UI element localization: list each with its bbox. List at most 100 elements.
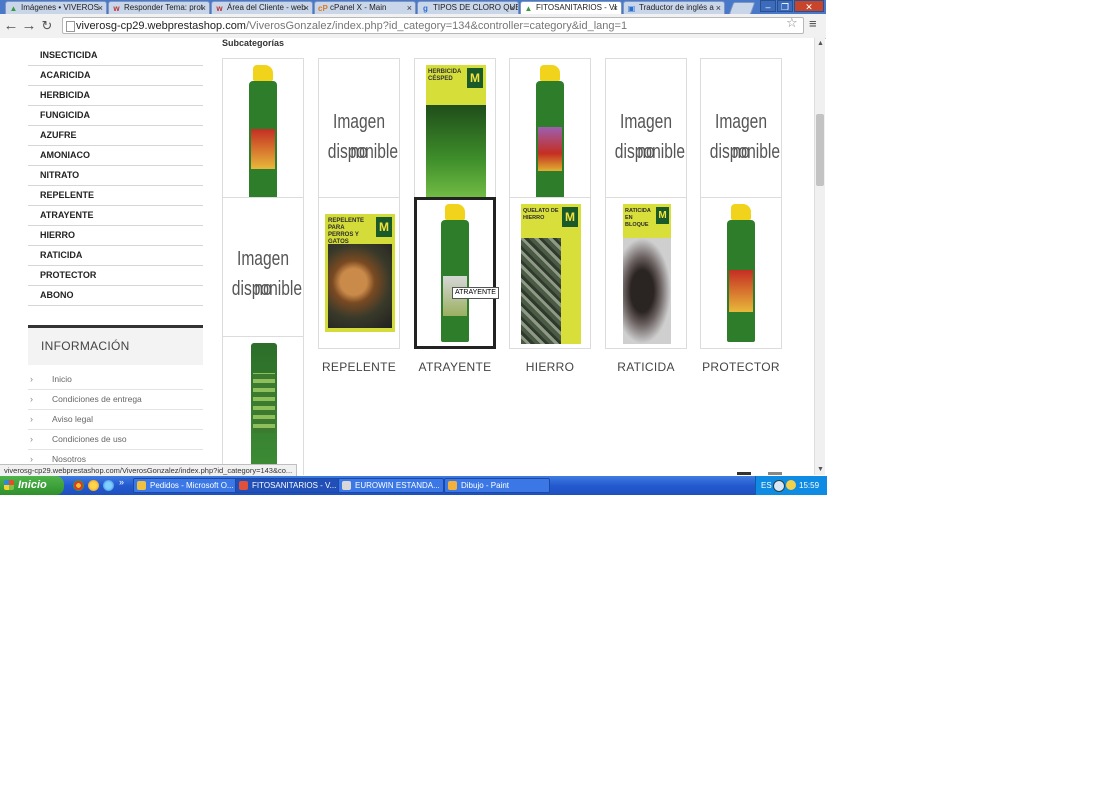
- browser-tab[interactable]: ▲ FITOSANITARIOS - VI ×: [520, 1, 622, 14]
- close-icon[interactable]: ×: [407, 2, 412, 14]
- sidebar-item-insecticida[interactable]: INSECTICIDA: [28, 46, 203, 66]
- browser-tab[interactable]: w Responder Tema: prot ×: [108, 1, 210, 14]
- subcategory-card-herbicida[interactable]: HERBICIDA CÉSPED M: [414, 58, 496, 210]
- vertical-scrollbar[interactable]: ▲ ▼: [814, 38, 825, 475]
- info-link-label: Inicio: [52, 374, 72, 384]
- subcategory-label-raticida[interactable]: RATICIDA: [596, 360, 696, 374]
- messenger-tray-icon[interactable]: [786, 480, 796, 490]
- subcategory-card-abono[interactable]: [222, 336, 304, 475]
- browser-toolbar: ← → ↻ viverosg-cp29.webprestashop.com/Vi…: [0, 14, 826, 39]
- browser-tab[interactable]: w Área del Cliente - web ×: [211, 1, 313, 14]
- subcategory-label-atrayente[interactable]: ATRAYENTE: [405, 360, 505, 374]
- sidebar-item-hierro[interactable]: HIERRO: [28, 226, 203, 246]
- minimize-button[interactable]: –: [760, 0, 776, 12]
- page-icon: [66, 21, 75, 32]
- subcategory-card-protector[interactable]: [700, 197, 782, 349]
- chrome-icon[interactable]: [73, 480, 84, 491]
- subcategory-card-azufre[interactable]: Imagen no disponible: [605, 58, 687, 210]
- close-icon[interactable]: ×: [304, 2, 309, 14]
- messenger-icon[interactable]: [88, 480, 99, 491]
- info-link[interactable]: › Condiciones de uso: [28, 430, 203, 450]
- subcategory-card-raticida[interactable]: RATICIDA EN BLOQUE M: [605, 197, 687, 349]
- masso-logo: M: [376, 217, 392, 237]
- subcategory-card-atrayente[interactable]: [414, 197, 496, 349]
- herbicida-box-image: HERBICIDA CÉSPED M: [426, 65, 486, 205]
- scroll-up-arrow-icon[interactable]: ▲: [817, 40, 824, 47]
- taskbar-window-label: Dibujo - Paint: [461, 481, 510, 490]
- taskbar-window-button[interactable]: FITOSANITARIOS - V...: [235, 478, 341, 493]
- info-title: INFORMACIÓN: [41, 339, 130, 353]
- info-link[interactable]: › Aviso legal: [28, 410, 203, 430]
- clock: 15:59: [799, 481, 820, 490]
- bookmark-star-icon[interactable]: ☆: [786, 15, 798, 31]
- repelente-box-image: REPELENTE PARA PERROS Y GATOS M: [325, 214, 395, 332]
- restore-button[interactable]: ❐: [777, 0, 793, 12]
- start-button[interactable]: Inicio: [0, 476, 64, 495]
- taskbar-window-button[interactable]: Pedidos - Microsoft O...: [133, 478, 239, 493]
- sidebar-item-protector[interactable]: PROTECTOR: [28, 266, 203, 286]
- close-icon[interactable]: ×: [510, 2, 515, 14]
- close-icon[interactable]: ×: [201, 2, 206, 14]
- subcategory-card-acaricida[interactable]: Imagen no disponible: [318, 58, 400, 210]
- close-icon[interactable]: ×: [613, 2, 618, 14]
- subcategory-label-repelente[interactable]: REPELENTE: [309, 360, 409, 374]
- subcategory-card-insecticida[interactable]: [222, 58, 304, 210]
- subcategory-label-protector[interactable]: PROTECTOR: [691, 360, 791, 374]
- info-link-label: Condiciones de entrega: [52, 394, 142, 404]
- quick-launch-expand-icon[interactable]: »: [119, 477, 124, 487]
- close-icon[interactable]: ×: [98, 2, 103, 14]
- sidebar-item-amoniaco[interactable]: AMONIACO: [28, 146, 203, 166]
- app-icon: [448, 481, 457, 490]
- subcategory-card-repelente[interactable]: REPELENTE PARA PERROS Y GATOS M: [318, 197, 400, 349]
- taskbar-window-button[interactable]: Dibujo - Paint: [444, 478, 550, 493]
- forward-arrow-icon[interactable]: →: [20, 17, 38, 35]
- internet-explorer-icon[interactable]: [103, 480, 114, 491]
- subcategory-card-nitrato[interactable]: Imagen no disponible: [222, 197, 304, 349]
- subcategory-card-fungicida[interactable]: [509, 58, 591, 210]
- tab-title: FITOSANITARIOS - VI: [536, 3, 617, 12]
- start-label: Inicio: [18, 479, 47, 491]
- back-arrow-icon[interactable]: ←: [2, 17, 20, 35]
- windows-taskbar: Inicio » Pedidos - Microsoft O... FITOSAN…: [0, 476, 827, 495]
- spray-bottle-image: [725, 204, 759, 344]
- address-bar[interactable]: viverosg-cp29.webprestashop.com/ViverosG…: [62, 17, 804, 34]
- list-view-icon[interactable]: [768, 472, 782, 475]
- tab-title: Responder Tema: prot: [124, 3, 204, 12]
- sidebar-item-nitrato[interactable]: NITRATO: [28, 166, 203, 186]
- menu-icon[interactable]: ≡: [809, 16, 817, 31]
- sidebar-item-herbicida[interactable]: HERBICIDA: [28, 86, 203, 106]
- rat-photo: [623, 238, 671, 344]
- leaf-icon: ▲: [9, 4, 18, 13]
- herbicida-box-text: HERBICIDA CÉSPED: [428, 69, 462, 82]
- sidebar-item-atrayente[interactable]: ATRAYENTE: [28, 206, 203, 226]
- sidebar-item-raticida[interactable]: RATICIDA: [28, 246, 203, 266]
- sidebar-item-acaricida[interactable]: ACARICIDA: [28, 66, 203, 86]
- leaf-icon: ▲: [524, 4, 533, 13]
- browser-tab[interactable]: ▲ Imágenes • VIVEROS ×: [5, 1, 107, 14]
- back-tray-icon[interactable]: [773, 480, 785, 492]
- sidebar-item-repelente[interactable]: REPELENTE: [28, 186, 203, 206]
- taskbar-window-button[interactable]: EUROWIN ESTANDA...: [338, 478, 444, 493]
- taskbar-window-label: FITOSANITARIOS - V...: [252, 481, 337, 490]
- info-link[interactable]: › Condiciones de entrega: [28, 390, 203, 410]
- close-icon[interactable]: ×: [716, 2, 721, 14]
- language-indicator[interactable]: ES: [761, 476, 772, 495]
- scroll-down-arrow-icon[interactable]: ▼: [817, 466, 824, 473]
- browser-tab[interactable]: g TIPOS DE CLORO QUE ×: [417, 1, 519, 14]
- scrollbar-thumb[interactable]: [816, 114, 824, 186]
- sidebar-item-abono[interactable]: ABONO: [28, 286, 203, 306]
- grid-view-icon[interactable]: [737, 472, 751, 475]
- reload-icon[interactable]: ↻: [38, 17, 56, 35]
- sidebar-item-azufre[interactable]: AZUFRE: [28, 126, 203, 146]
- subcategory-card-hierro[interactable]: QUELATO DE HIERRO M: [509, 197, 591, 349]
- close-window-button[interactable]: ✕: [794, 0, 824, 12]
- sidebar-item-fungicida[interactable]: FUNGICIDA: [28, 106, 203, 126]
- w-logo-icon: w: [216, 4, 223, 13]
- info-link[interactable]: › Inicio: [28, 370, 203, 390]
- browser-tab[interactable]: ▣ Traductor de inglés a ×: [623, 1, 725, 14]
- browser-tab[interactable]: cP cPanel X - Main ×: [314, 1, 416, 14]
- subcategory-card-amoniaco[interactable]: Imagen no disponible: [700, 58, 782, 210]
- tab-title: Traductor de inglés a: [639, 3, 714, 12]
- info-link-label: Condiciones de uso: [52, 434, 127, 444]
- subcategory-label-hierro[interactable]: HIERRO: [500, 360, 600, 374]
